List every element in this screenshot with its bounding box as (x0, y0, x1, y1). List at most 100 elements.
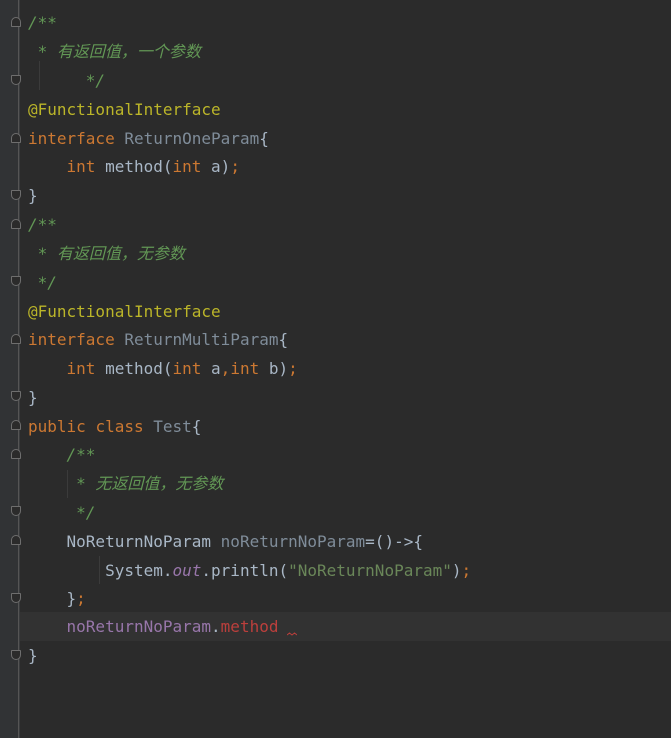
brace: } (66, 589, 77, 608)
semicolon: ; (230, 157, 240, 176)
doc-comment: /** (28, 13, 57, 32)
code-editor[interactable]: /** * 有返回值，一个参数 */ @FunctionalInterface … (0, 0, 671, 738)
code-line[interactable]: /** (28, 440, 96, 469)
dot: . (211, 617, 221, 636)
code-line[interactable]: interface ReturnOneParam{ (28, 124, 269, 153)
lambda: =()->{ (365, 532, 423, 551)
code-line[interactable]: * 有返回值，一个参数 (28, 37, 201, 66)
code-line[interactable]: /** (28, 210, 57, 239)
code-line[interactable]: interface ReturnMultiParam{ (28, 325, 288, 354)
fold-marker-icon[interactable] (11, 449, 21, 459)
gutter (0, 0, 20, 738)
fold-marker-icon[interactable] (11, 334, 21, 344)
fold-marker-icon[interactable] (11, 506, 21, 516)
doc-comment: * 无返回值，无参数 (28, 474, 224, 493)
interface-name: ReturnOneParam (124, 129, 260, 148)
keyword: public (28, 417, 86, 436)
variable-name: noReturnNoParam (220, 532, 366, 551)
brace: } (28, 646, 38, 665)
semicolon: ; (76, 589, 86, 608)
code-line[interactable]: } (28, 383, 38, 412)
code-line[interactable]: */ (28, 66, 105, 95)
brace: { (191, 417, 202, 436)
semicolon: ; (288, 359, 298, 378)
brace: } (28, 388, 38, 407)
brace: { (259, 129, 269, 148)
code-line[interactable]: public class Test{ (28, 412, 201, 441)
brace: { (278, 330, 289, 349)
paren: ) (451, 561, 462, 580)
fold-marker-icon[interactable] (11, 650, 21, 660)
doc-comment: /** (66, 445, 96, 464)
code-line[interactable]: NoReturnNoParam noReturnNoParam=()->{ (28, 527, 423, 556)
fold-marker-icon[interactable] (11, 593, 21, 603)
keyword: int (66, 157, 96, 176)
method-signature: method( (95, 359, 173, 378)
doc-comment: */ (28, 273, 57, 292)
doc-comment: * 有返回值，一个参数 (28, 42, 201, 61)
fold-marker-icon[interactable] (11, 75, 21, 85)
code-line[interactable]: int method(int a); (28, 152, 240, 181)
interface-name: ReturnMultiParam (124, 330, 279, 349)
code-line[interactable]: int method(int a,int b); (28, 354, 298, 383)
fold-marker-icon[interactable] (11, 535, 21, 545)
annotation: @FunctionalInterface (28, 302, 221, 321)
brace: } (28, 186, 38, 205)
class-name: Test (153, 417, 192, 436)
fold-marker-icon[interactable] (11, 17, 21, 27)
annotation: @FunctionalInterface (28, 100, 221, 119)
code-line[interactable]: @FunctionalInterface (28, 297, 221, 326)
error-squiggle-icon (287, 632, 297, 636)
code-line[interactable]: } (28, 181, 38, 210)
keyword: int (230, 359, 260, 378)
keyword: class (95, 417, 144, 436)
static-field: out (172, 561, 202, 580)
doc-comment: * 有返回值，无参数 (28, 244, 185, 263)
code-line[interactable]: */ (28, 268, 57, 297)
code-line[interactable]: * 无返回值，无参数 (28, 469, 223, 498)
fold-marker-icon[interactable] (11, 420, 21, 430)
fold-marker-icon[interactable] (11, 190, 21, 200)
doc-comment: */ (28, 71, 106, 90)
keyword: interface (28, 330, 115, 349)
doc-comment: /** (28, 215, 57, 234)
code-line[interactable]: * 有返回值，无参数 (28, 239, 185, 268)
fold-marker-icon[interactable] (11, 219, 21, 229)
comma: , (220, 359, 231, 378)
code-line[interactable]: /** (28, 8, 57, 37)
keyword: int (172, 157, 202, 176)
param: a) (201, 157, 231, 176)
keyword: int (66, 359, 96, 378)
unresolved-method: method (220, 617, 279, 636)
fold-marker-icon[interactable] (11, 276, 21, 286)
keyword: int (172, 359, 202, 378)
system-class: System. (105, 561, 173, 580)
fold-marker-icon[interactable] (11, 391, 21, 401)
string-literal: "NoReturnNoParam" (288, 561, 452, 580)
param: a (201, 359, 221, 378)
code-line[interactable]: @FunctionalInterface (28, 95, 221, 124)
fold-marker-icon[interactable] (11, 133, 21, 143)
doc-comment: */ (28, 503, 96, 522)
param: b) (259, 359, 289, 378)
code-line[interactable]: System.out.println("NoReturnNoParam"); (28, 556, 471, 585)
method-call: .println( (201, 561, 289, 580)
code-line[interactable]: }; (28, 584, 86, 613)
semicolon: ; (461, 561, 472, 580)
code-line[interactable]: */ (28, 498, 95, 527)
gutter-divider (18, 0, 19, 738)
code-line[interactable]: } (28, 641, 38, 670)
code-line[interactable]: noReturnNoParam.method (28, 612, 279, 641)
method-signature: method( (95, 157, 173, 176)
